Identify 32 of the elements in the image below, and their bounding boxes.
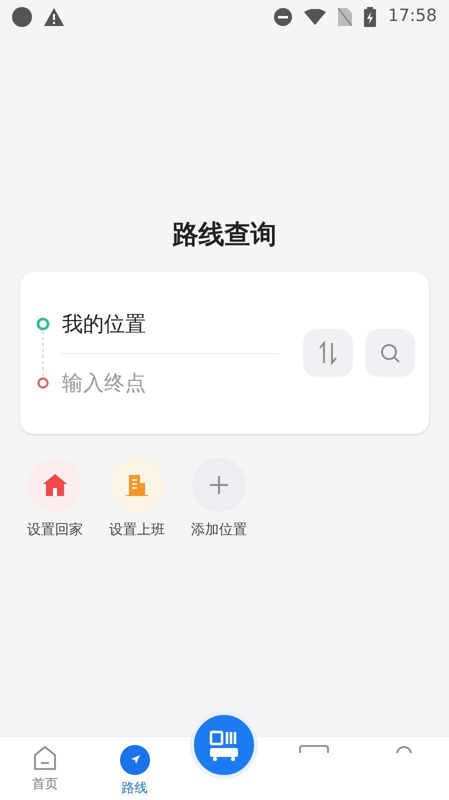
destination-field[interactable]: 输入终点 [62,368,280,398]
do-not-disturb-icon [274,8,292,26]
house-icon [42,473,68,497]
origin-field[interactable]: 我的位置 [62,308,280,354]
house-icon [32,745,57,771]
card-icon [299,745,330,753]
building-icon [125,473,149,497]
shortcut-label: 添加位置 [191,521,247,540]
origin-dot-icon [36,317,50,331]
search-button[interactable] [365,329,415,377]
dashed-connector [42,331,44,377]
notification-dot-icon [12,7,32,27]
swap-button[interactable] [303,329,353,377]
shortcut-label: 设置上班 [109,521,165,540]
wifi-icon [304,9,326,25]
bus-icon [208,729,240,761]
tab-item[interactable]: 路线 [120,745,150,798]
shortcut-label: 设置回家 [27,521,83,540]
tab-item[interactable] [299,745,330,753]
page-title: 路线查询 [172,219,278,252]
plus-icon [209,475,229,495]
navigation-icon [120,745,150,775]
swap-arrows-icon [318,341,338,365]
status-time: 17:58 [388,5,437,28]
battery-charging-icon [364,7,376,27]
warning-icon [44,8,64,26]
tab-item[interactable]: 首页 [32,745,58,794]
no-sim-icon [338,8,352,26]
tab-item[interactable] [396,745,412,753]
destination-dot-icon [37,377,49,389]
search-icon [380,343,400,363]
person-icon [396,745,412,753]
